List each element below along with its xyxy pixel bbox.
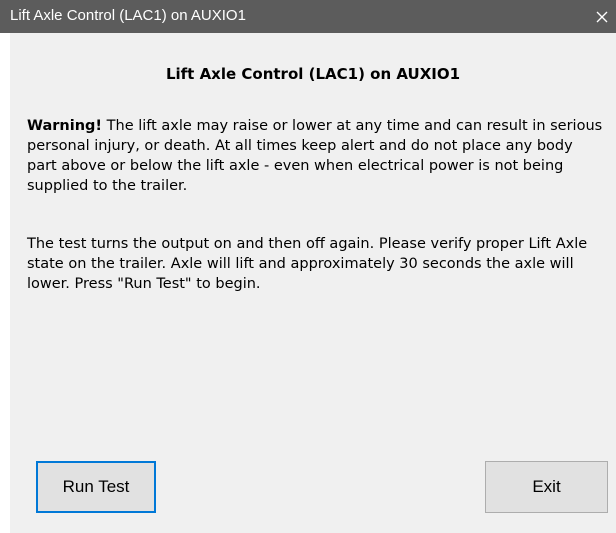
warning-paragraph: Warning! The lift axle may raise or lowe…: [27, 116, 607, 196]
window-title: Lift Axle Control (LAC1) on AUXIO1: [10, 7, 246, 24]
close-button[interactable]: [588, 0, 616, 33]
title-bar[interactable]: Lift Axle Control (LAC1) on AUXIO1: [0, 0, 616, 33]
dialog-body: Lift Axle Control (LAC1) on AUXIO1 Warni…: [10, 33, 616, 533]
warning-text: The lift axle may raise or lower at any …: [27, 118, 603, 194]
dialog-heading: Lift Axle Control (LAC1) on AUXIO1: [165, 65, 461, 83]
instructions-paragraph: The test turns the output on and then of…: [27, 236, 588, 292]
close-icon: [596, 11, 608, 23]
dialog-window: Lift Axle Control (LAC1) on AUXIO1 Lift …: [0, 0, 616, 533]
run-test-button[interactable]: Run Test: [36, 461, 156, 513]
exit-button[interactable]: Exit: [485, 461, 608, 513]
warning-label: Warning!: [27, 118, 103, 134]
